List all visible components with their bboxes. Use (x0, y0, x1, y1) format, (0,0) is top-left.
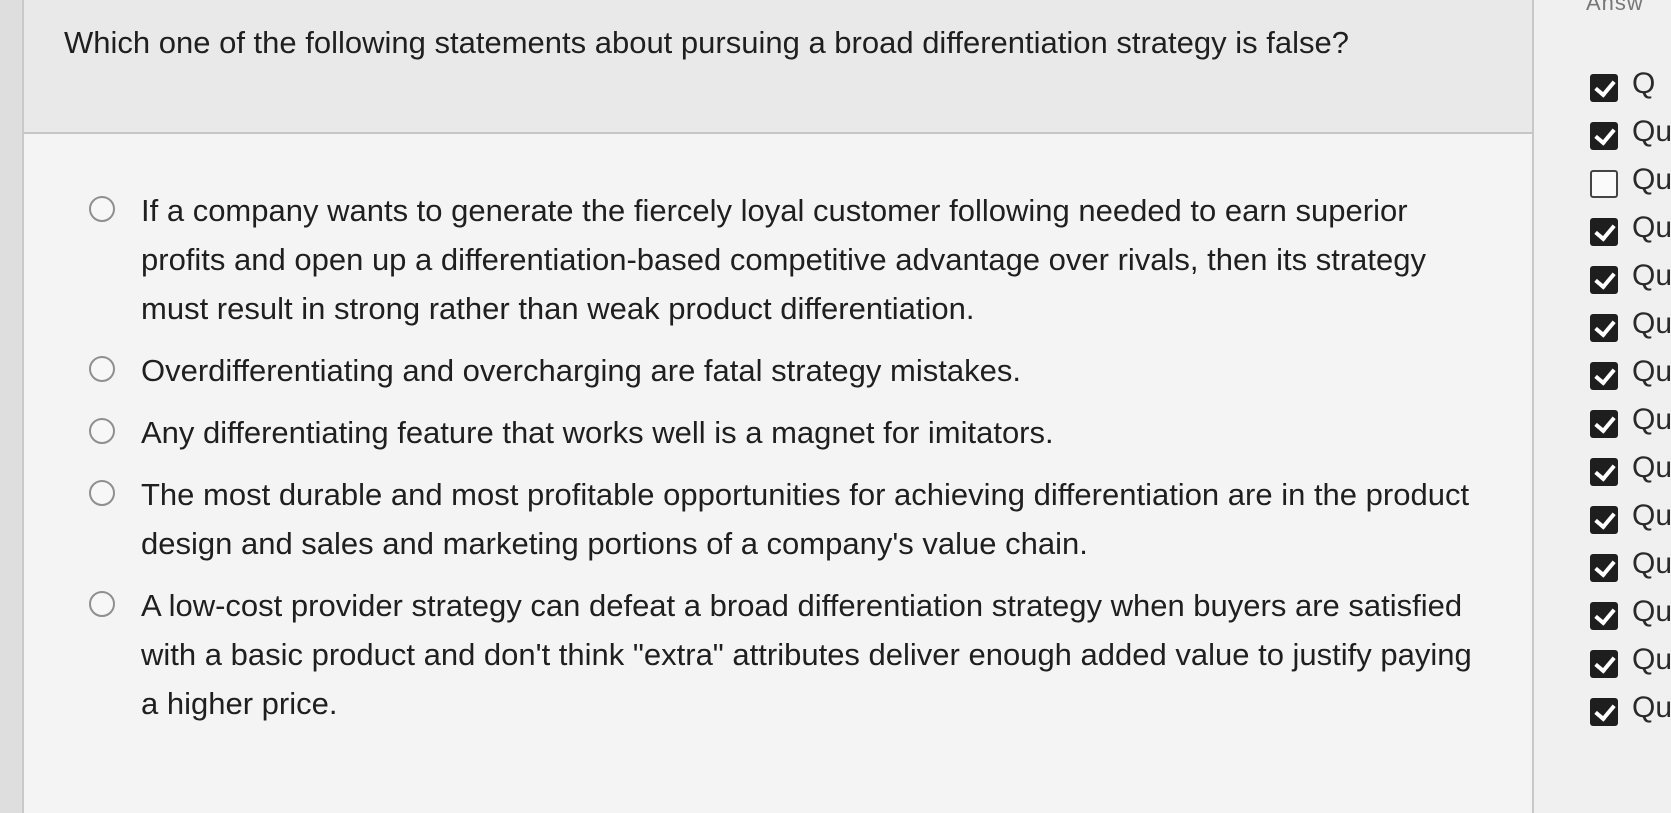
answer-option[interactable]: Overdifferentiating and overcharging are… (69, 346, 1489, 395)
radio-button[interactable] (89, 591, 115, 617)
question-header: Which one of the following statements ab… (24, 0, 1534, 134)
checked-box-icon (1590, 218, 1618, 246)
navigator-item[interactable]: Q (1590, 62, 1671, 110)
navigator-item[interactable]: Qu (1590, 158, 1671, 206)
navigator-item[interactable]: Qu (1590, 110, 1671, 158)
navigator-item[interactable]: Qu (1590, 494, 1671, 542)
navigator-item-label: Q (1632, 67, 1656, 100)
checked-box-icon (1590, 266, 1618, 294)
answer-option-label: Any differentiating feature that works w… (141, 415, 1054, 450)
navigator-header: Answ (1586, 0, 1644, 15)
checked-box-icon (1590, 74, 1618, 102)
navigator-item[interactable]: Qu (1590, 206, 1671, 254)
checked-box-icon (1590, 458, 1618, 486)
answer-option[interactable]: If a company wants to generate the fierc… (69, 186, 1489, 333)
question-navigator: Answ Q Qu Qu Qu Qu Qu Qu Qu Qu Qu Qu Qu Qu Qu (1532, 0, 1671, 813)
question-text: Which one of the following statements ab… (64, 25, 1349, 60)
navigator-item[interactable]: Qu (1590, 446, 1671, 494)
answer-option[interactable]: A low-cost provider strategy can defeat … (69, 581, 1489, 728)
navigator-item-label: Qu (1632, 595, 1671, 628)
navigator-item[interactable]: Qu (1590, 686, 1671, 734)
navigator-item-label: Qu (1632, 691, 1671, 724)
question-panel: Which one of the following statements ab… (22, 0, 1534, 813)
navigator-item-label: Qu (1632, 643, 1671, 676)
answer-option-label: If a company wants to generate the fierc… (141, 193, 1426, 326)
checked-box-icon (1590, 362, 1618, 390)
navigator-item[interactable]: Qu (1590, 542, 1671, 590)
navigator-item[interactable]: Qu (1590, 302, 1671, 350)
radio-button[interactable] (89, 196, 115, 222)
checked-box-icon (1590, 698, 1618, 726)
radio-button[interactable] (89, 480, 115, 506)
answer-options: If a company wants to generate the fierc… (69, 186, 1489, 741)
navigator-item-label: Qu (1632, 403, 1671, 436)
navigator-item-label: Qu (1632, 451, 1671, 484)
navigator-item-label: Qu (1632, 547, 1671, 580)
navigator-item[interactable]: Qu (1590, 254, 1671, 302)
answer-option[interactable]: The most durable and most profitable opp… (69, 470, 1489, 568)
answer-option[interactable]: Any differentiating feature that works w… (69, 408, 1489, 457)
navigator-item-label: Qu (1632, 355, 1671, 388)
checked-box-icon (1590, 410, 1618, 438)
answer-option-label: The most durable and most profitable opp… (141, 477, 1470, 561)
navigator-item-label: Qu (1632, 211, 1671, 244)
navigator-item[interactable]: Qu (1590, 398, 1671, 446)
checked-box-icon (1590, 122, 1618, 150)
answer-option-label: A low-cost provider strategy can defeat … (141, 588, 1472, 721)
navigator-item-label: Qu (1632, 115, 1671, 148)
navigator-item[interactable]: Qu (1590, 350, 1671, 398)
navigator-item-label: Qu (1632, 259, 1671, 292)
navigator-item-label: Qu (1632, 499, 1671, 532)
checked-box-icon (1590, 506, 1618, 534)
navigator-item[interactable]: Qu (1590, 590, 1671, 638)
navigator-item[interactable]: Qu (1590, 638, 1671, 686)
checked-box-icon (1590, 314, 1618, 342)
checked-box-icon (1590, 554, 1618, 582)
answer-option-label: Overdifferentiating and overcharging are… (141, 353, 1021, 388)
radio-button[interactable] (89, 356, 115, 382)
checked-box-icon (1590, 650, 1618, 678)
radio-button[interactable] (89, 418, 115, 444)
navigator-item-label: Qu (1632, 307, 1671, 340)
unchecked-box-icon (1590, 170, 1618, 198)
navigator-list: Q Qu Qu Qu Qu Qu Qu Qu Qu Qu Qu Qu Qu Qu (1590, 62, 1671, 734)
navigator-item-label: Qu (1632, 163, 1671, 196)
checked-box-icon (1590, 602, 1618, 630)
